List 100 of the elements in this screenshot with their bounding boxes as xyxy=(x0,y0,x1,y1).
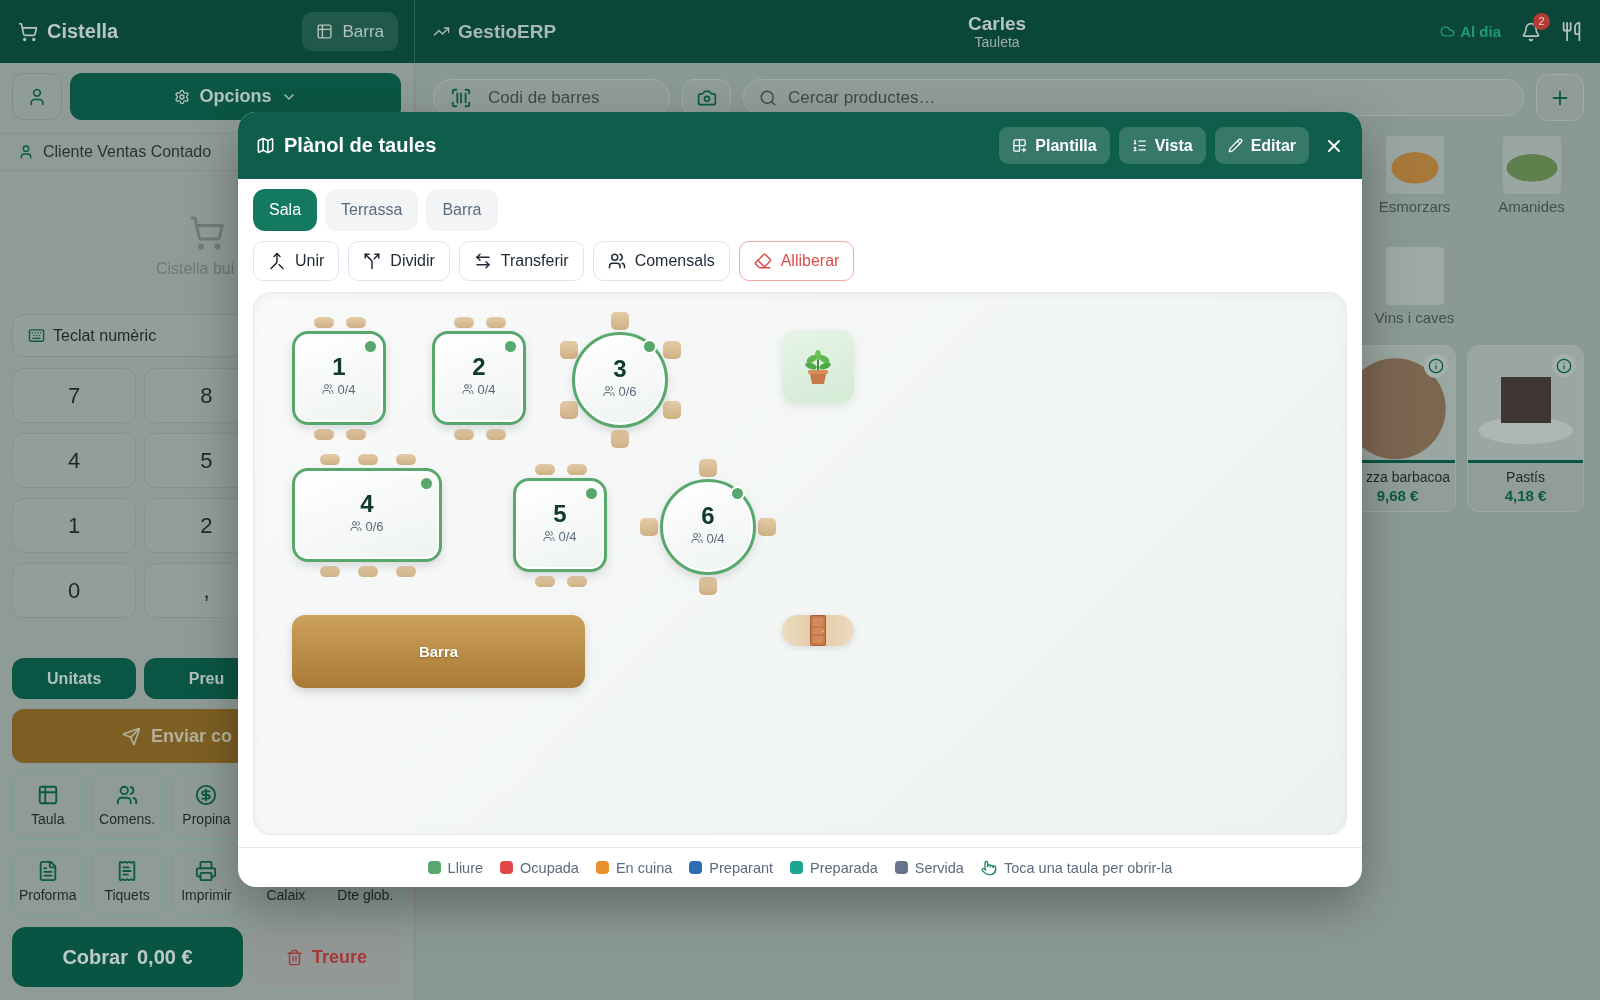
chair-icon xyxy=(486,429,506,440)
pencil-icon xyxy=(1227,138,1243,153)
chair-icon xyxy=(486,317,506,328)
action-tile[interactable]: Comens. xyxy=(91,773,163,840)
printer-icon xyxy=(195,860,218,882)
info-icon xyxy=(1556,358,1572,374)
customer-button[interactable] xyxy=(12,73,62,120)
keypad-key[interactable]: 7 xyxy=(12,368,137,423)
dining-table[interactable]: 6 0/4 xyxy=(660,479,756,575)
room-tab[interactable]: Terrassa xyxy=(325,189,419,231)
legend-label: Preparant xyxy=(709,859,774,876)
chair-icon xyxy=(560,401,578,419)
brand-name: GestioERP xyxy=(458,20,557,43)
options-button[interactable]: Opcions xyxy=(70,73,401,120)
chair-icon xyxy=(346,317,366,328)
fork-knife-icon[interactable] xyxy=(1561,21,1582,42)
chair-icon xyxy=(314,317,334,328)
keypad-key[interactable]: 0 xyxy=(12,563,137,618)
action-button[interactable]: Alliberar xyxy=(738,241,855,281)
action-tile[interactable]: Taula xyxy=(12,773,84,840)
header-button[interactable]: Vista xyxy=(1118,127,1206,164)
cloud-icon xyxy=(1440,24,1456,39)
action-tile[interactable]: Proforma xyxy=(12,849,84,916)
users-icon xyxy=(322,383,335,395)
dining-table[interactable]: 4 0/6 xyxy=(292,468,442,562)
product-price: 4,18 € xyxy=(1504,486,1547,505)
category-label[interactable]: Vins i caves xyxy=(1374,309,1455,327)
chair-icon xyxy=(663,341,681,359)
room-tab[interactable]: Sala xyxy=(253,189,318,231)
paper-plane-icon xyxy=(122,726,141,746)
table-icon xyxy=(36,784,59,806)
legend-label: Servida xyxy=(914,859,964,876)
eraser-icon xyxy=(753,252,772,270)
category-label[interactable]: Amanides xyxy=(1498,198,1565,216)
chair-icon xyxy=(320,454,340,465)
charge-button[interactable]: Cobrar 0,00 € xyxy=(12,927,243,987)
chair-icon xyxy=(314,429,334,440)
swap-arrows-icon xyxy=(473,252,492,270)
legend-label: Preparada xyxy=(810,859,878,876)
barcode-scan-icon xyxy=(450,86,472,109)
dining-table[interactable]: 5 0/4 xyxy=(513,478,607,572)
action-tile[interactable]: Tiquets xyxy=(91,849,163,916)
dining-table[interactable]: 2 0/4 xyxy=(432,331,526,425)
grid-plus-icon xyxy=(1012,138,1028,153)
chair-icon xyxy=(758,518,776,536)
table-button[interactable]: Barra xyxy=(302,12,398,51)
mode-button[interactable]: Unitats xyxy=(12,658,137,699)
header-button[interactable]: Plantilla xyxy=(999,127,1110,164)
dining-table[interactable]: 1 0/4 xyxy=(292,331,386,425)
product-name: Pastís xyxy=(1506,469,1545,486)
photo-placeholder xyxy=(1385,247,1444,305)
users-icon xyxy=(607,252,626,270)
keyboard-icon xyxy=(28,327,45,344)
sync-status: Al dia xyxy=(1460,23,1501,40)
action-button[interactable]: Dividir xyxy=(348,241,450,281)
info-icon xyxy=(1428,358,1444,374)
door-icon xyxy=(782,615,854,646)
dialog-title: Plànol de taules xyxy=(284,134,437,157)
device-name: Tauleta xyxy=(974,34,1020,51)
chair-icon xyxy=(699,577,717,595)
add-button[interactable] xyxy=(1536,74,1584,121)
map-icon xyxy=(256,136,275,155)
customer-name: Cliente Ventas Contado xyxy=(43,143,212,161)
trash-icon xyxy=(286,948,303,966)
room-tab[interactable]: Barra xyxy=(426,189,498,231)
dining-table[interactable]: 3 0/6 xyxy=(572,332,668,428)
keypad-key[interactable]: 1 xyxy=(12,498,137,553)
photo-placeholder xyxy=(1385,136,1444,194)
header-button[interactable]: Editar xyxy=(1214,127,1309,164)
chair-icon xyxy=(358,566,378,577)
chair-icon xyxy=(567,576,587,587)
dollar-icon xyxy=(195,784,218,806)
hint-text: Toca una taula per obrir-la xyxy=(1003,859,1173,876)
chair-icon xyxy=(535,576,555,587)
product-card[interactable]: Pastís 4,18 € xyxy=(1467,345,1584,512)
user-name: Carles xyxy=(968,12,1027,35)
action-button[interactable]: Comensals xyxy=(592,241,730,281)
action-tile[interactable]: Imprimir xyxy=(170,849,243,916)
chair-icon xyxy=(663,401,681,419)
cart-icon xyxy=(18,21,38,42)
users-icon xyxy=(350,520,363,532)
merge-arrow-icon xyxy=(268,252,286,270)
table-icon xyxy=(316,23,334,40)
chair-icon xyxy=(454,317,474,328)
chair-icon xyxy=(320,566,340,577)
keypad-key[interactable]: 4 xyxy=(12,433,137,488)
cart-icon xyxy=(188,215,225,251)
bell-icon[interactable] xyxy=(1521,21,1541,42)
category-label[interactable]: Esmorzars xyxy=(1378,198,1451,216)
users-icon xyxy=(462,383,475,395)
product-price: 9,68 € xyxy=(1376,486,1419,505)
chair-icon xyxy=(611,430,629,448)
list-icon xyxy=(1131,138,1147,153)
action-button[interactable]: Unir xyxy=(253,241,340,281)
notification-badge: 2 xyxy=(1533,12,1550,30)
legend-label: Lliure xyxy=(447,859,484,876)
legend-label: En cuina xyxy=(615,859,673,876)
action-button[interactable]: Transferir xyxy=(458,241,584,281)
users-icon xyxy=(691,532,704,544)
search-field[interactable]: Cercar productes… xyxy=(743,79,1524,116)
